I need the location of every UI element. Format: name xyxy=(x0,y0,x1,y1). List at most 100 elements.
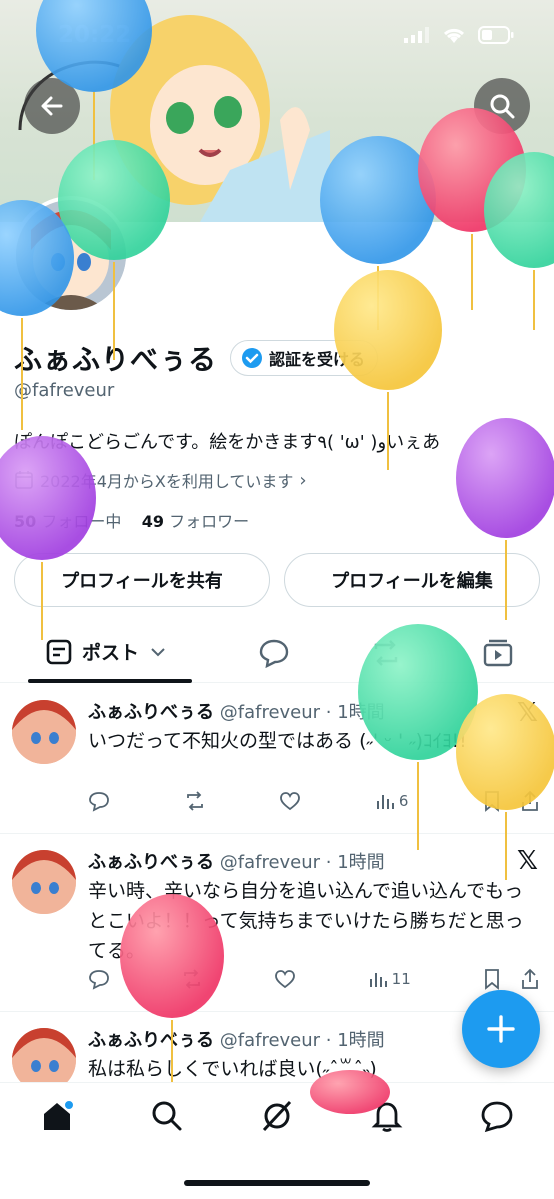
home-indicator xyxy=(184,1180,370,1186)
chevron-down-icon xyxy=(151,647,165,656)
back-arrow-icon xyxy=(41,96,63,116)
search-button[interactable] xyxy=(474,78,530,134)
reply-icon xyxy=(89,970,109,990)
nav-search[interactable] xyxy=(150,1099,184,1137)
grok-icon xyxy=(262,1100,292,1132)
repost-icon xyxy=(184,969,201,989)
reply-icon xyxy=(89,792,109,812)
post-avatar[interactable] xyxy=(12,700,76,764)
follow-stats: 50 フォロー中 49 フォロワー xyxy=(14,508,249,532)
post-meta: @fafreveur · 1時間 xyxy=(219,1030,385,1051)
posts-tab-icon xyxy=(46,639,72,664)
verified-badge-icon xyxy=(242,348,262,368)
post-item[interactable]: ふぁふりべぅる @fafreveur · 1時間 𝕏 辛い時、辛いなら自分を追い… xyxy=(0,834,554,1012)
repost-tab-icon xyxy=(374,640,398,666)
profile-handle: @fafreveur xyxy=(14,380,115,401)
post-avatar-illustration xyxy=(12,850,76,914)
verify-label: 認証を受ける xyxy=(269,350,366,369)
post-meta: @fafreveur · 1時間 xyxy=(219,852,385,873)
nav-grok[interactable] xyxy=(260,1099,294,1137)
nav-notifications[interactable] xyxy=(370,1099,404,1137)
views-button[interactable]: 6 xyxy=(375,791,409,811)
profile-avatar[interactable] xyxy=(12,196,130,314)
battery-icon xyxy=(478,26,514,44)
nav-messages[interactable] xyxy=(480,1099,514,1137)
status-icons xyxy=(404,26,514,44)
signal-icon xyxy=(404,27,429,43)
search-icon xyxy=(490,94,515,119)
post-meta: @fafreveur · 1時間 xyxy=(219,702,385,723)
search-icon xyxy=(152,1101,182,1131)
repost-button[interactable] xyxy=(184,790,206,812)
repost-icon xyxy=(186,791,203,811)
views-count: 6 xyxy=(398,792,409,810)
home-icon xyxy=(44,1099,75,1130)
post-avatar-illustration xyxy=(12,1028,76,1082)
post-actions: 6 xyxy=(88,790,540,812)
share-icon[interactable] xyxy=(520,968,540,990)
bookmark-share-group xyxy=(482,968,540,990)
bell-icon xyxy=(371,1102,403,1132)
like-button[interactable] xyxy=(279,790,301,812)
calendar-icon xyxy=(15,471,33,489)
x-logo-icon: 𝕏 xyxy=(517,698,538,728)
post-author[interactable]: ふぁふりべぅる xyxy=(88,852,214,873)
post-header: ふぁふりべぅる @fafreveur · 1時間 xyxy=(88,1026,385,1052)
reply-button[interactable] xyxy=(88,790,110,812)
avatar-illustration xyxy=(16,200,126,310)
like-button[interactable] xyxy=(274,968,296,990)
video-tab-icon xyxy=(483,639,513,667)
post-item[interactable]: ふぁふりべぅる @fafreveur · 1時間 𝕏 いつだって不知火の型ではあ… xyxy=(0,684,554,834)
compose-button[interactable] xyxy=(462,990,540,1068)
chevron-right-icon: › xyxy=(299,469,307,491)
message-icon xyxy=(481,1101,513,1133)
views-count: 11 xyxy=(391,970,411,988)
x-logo-icon: 𝕏 xyxy=(517,846,538,876)
post-actions: 11 xyxy=(88,968,540,990)
tab-posts-label: ポスト xyxy=(82,642,140,664)
post-author[interactable]: ふぁふりべぅる xyxy=(88,702,214,723)
share-profile-button[interactable]: プロフィールを共有 xyxy=(14,553,270,607)
post-avatar[interactable] xyxy=(12,1028,76,1082)
post-header: ふぁふりべぅる @fafreveur · 1時間 xyxy=(88,848,385,874)
following-link[interactable]: 50 フォロー中 xyxy=(14,512,121,531)
display-name: ふぁふりべぅる xyxy=(14,343,218,376)
bookmark-icon[interactable] xyxy=(482,790,502,812)
profile-tabs: ポスト xyxy=(0,625,554,683)
bookmark-share-group xyxy=(482,790,540,812)
repost-button[interactable] xyxy=(181,968,203,990)
tab-reposts[interactable] xyxy=(370,637,402,673)
heart-icon xyxy=(280,792,301,811)
views-button[interactable]: 11 xyxy=(368,969,411,989)
post-text: 私は私らしくでいれば良い(˶ˆ꒳ˆ˵) xyxy=(88,1058,377,1080)
followers-link[interactable]: 49 フォロワー xyxy=(142,512,249,531)
balloon-purple xyxy=(0,436,96,640)
plus-icon xyxy=(487,1015,515,1043)
tab-posts[interactable]: ポスト xyxy=(46,638,167,665)
post-text: 辛い時、辛いなら自分を追い込んで追い込んでもっとこいよ！！って気持ちまでいけたら… xyxy=(88,880,524,962)
joined-text: 2022年4月からXを利用しています xyxy=(40,472,294,491)
tab-media[interactable] xyxy=(482,637,514,673)
wifi-icon xyxy=(443,28,465,43)
reply-button[interactable] xyxy=(88,968,110,990)
tab-replies[interactable] xyxy=(258,637,290,673)
active-tab-indicator xyxy=(28,679,192,683)
joined-date: 2022年4月からXを利用しています › xyxy=(14,468,307,492)
analytics-icon xyxy=(376,795,394,809)
status-bar: 20:22 xyxy=(0,0,554,70)
verify-button[interactable]: 認証を受ける xyxy=(230,340,379,376)
post-avatar[interactable] xyxy=(12,850,76,914)
analytics-icon xyxy=(369,973,387,987)
post-avatar-illustration xyxy=(12,700,76,764)
nav-home[interactable] xyxy=(40,1099,75,1137)
edit-profile-button[interactable]: プロフィールを編集 xyxy=(284,553,540,607)
share-icon[interactable] xyxy=(520,790,540,812)
profile-bio: ぽんぽこどらごんです。絵をかきます٩( 'ω' )وいぇあ xyxy=(14,432,441,453)
post-author[interactable]: ふぁふりべぅる xyxy=(88,1030,214,1051)
back-button[interactable] xyxy=(24,78,80,134)
bookmark-icon[interactable] xyxy=(482,968,502,990)
post-text: いつだって不知火の型ではある (˶' ᵕ ' ˶)ｺｲﾖ!! xyxy=(88,730,467,752)
status-time: 20:22 xyxy=(58,22,132,48)
reply-bubble-icon xyxy=(259,639,289,669)
heart-icon xyxy=(275,970,296,989)
